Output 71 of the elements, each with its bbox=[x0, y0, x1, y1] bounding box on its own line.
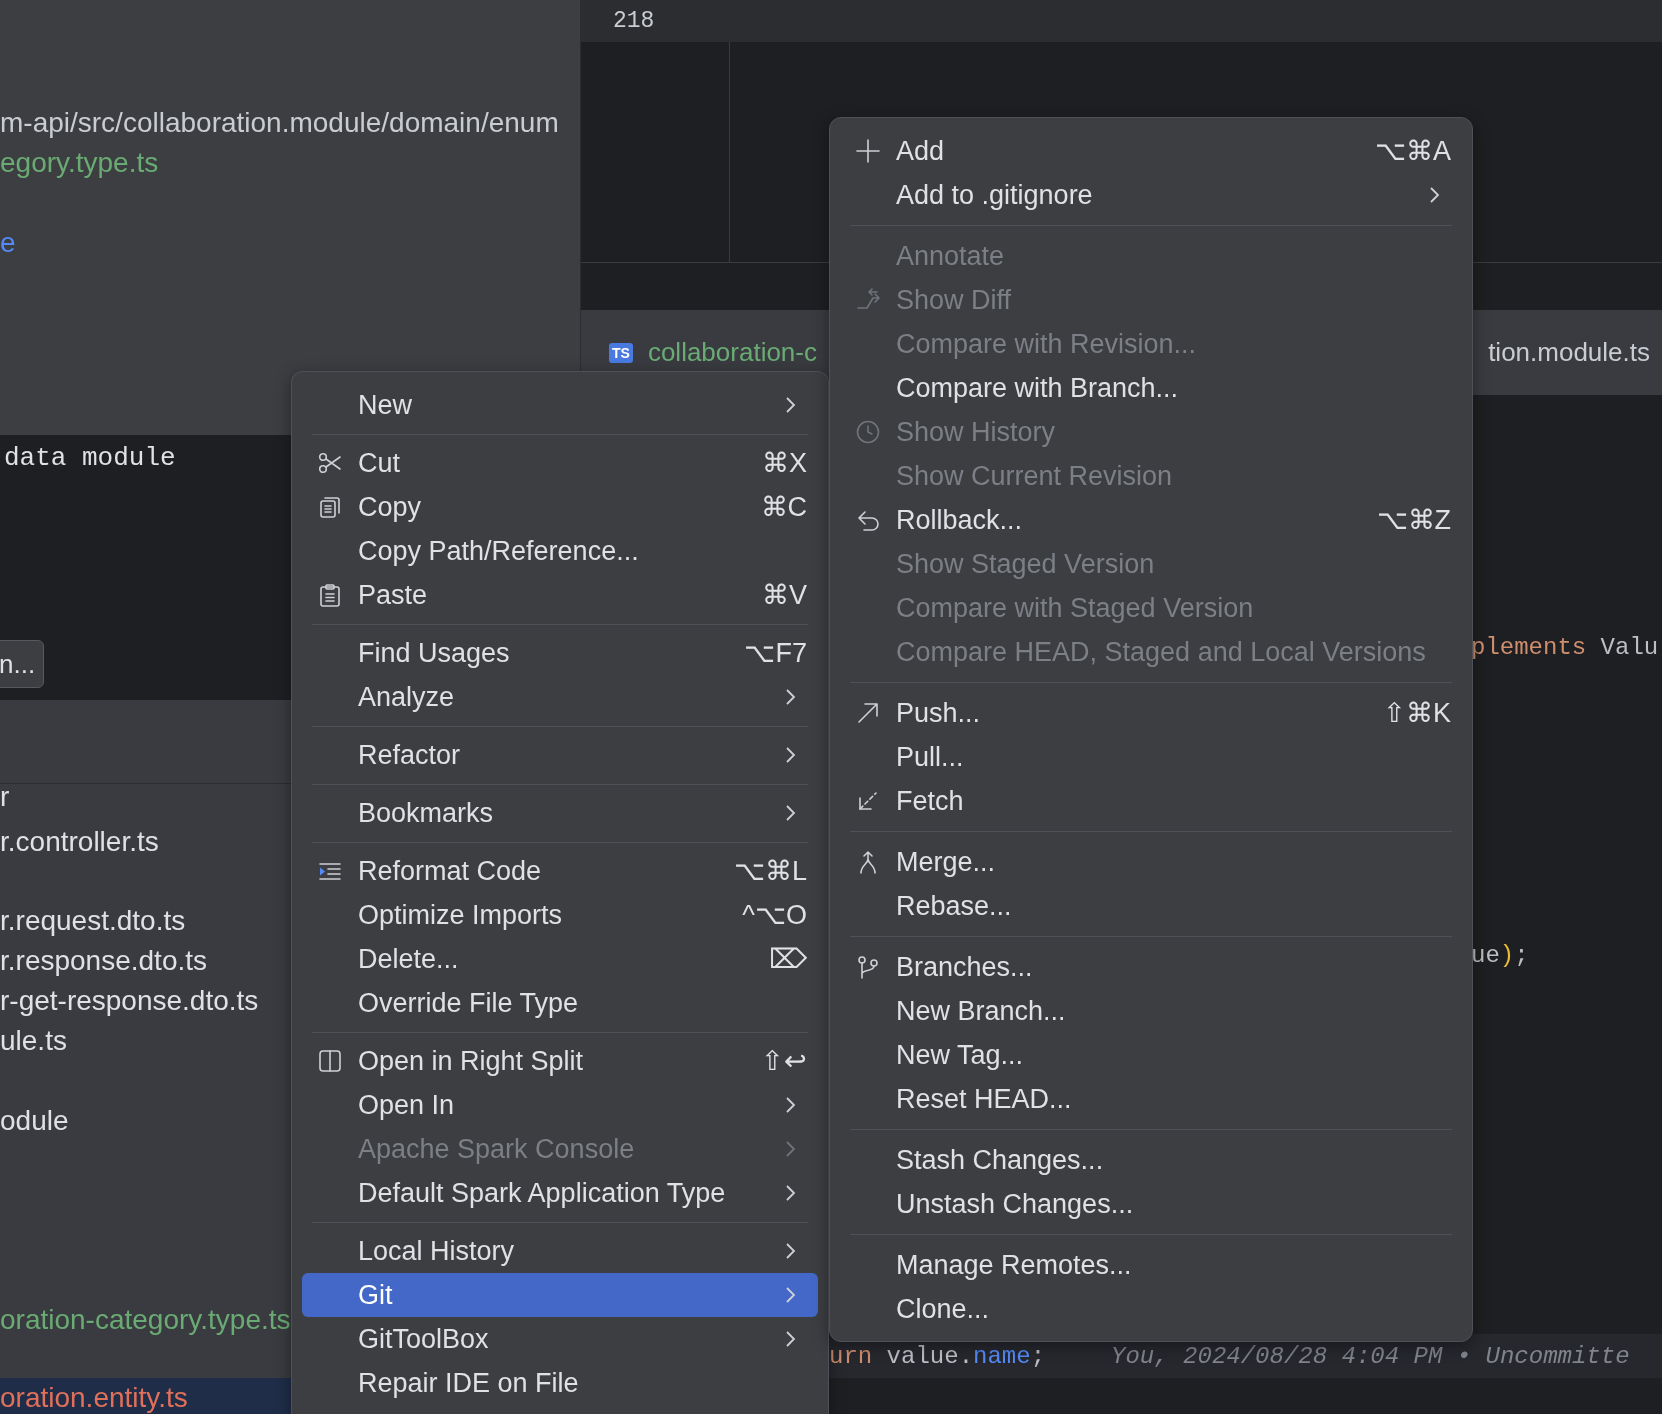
menu-item[interactable]: Stash Changes... bbox=[840, 1138, 1462, 1182]
shortcut: ⌥⌘A bbox=[1375, 135, 1451, 167]
menu-item[interactable]: Paste ⌘V bbox=[302, 573, 818, 617]
arrow-down-left-icon bbox=[856, 789, 880, 813]
terminal-text: data module bbox=[4, 442, 176, 475]
menu-item[interactable]: Unstash Changes... bbox=[840, 1182, 1462, 1226]
menu-item[interactable]: Refactor bbox=[302, 733, 818, 777]
split-view-icon bbox=[318, 1049, 342, 1073]
menu-item[interactable]: Open in Right Split ⇧↩ bbox=[302, 1039, 818, 1083]
typescript-icon: TS bbox=[609, 342, 633, 363]
menu-item[interactable]: Copy ⌘C bbox=[302, 485, 818, 529]
menu-item[interactable]: New Branch... bbox=[840, 989, 1462, 1033]
arrow-up-right-icon bbox=[856, 701, 880, 725]
menu-item[interactable]: Optimize Imports ^⌥O bbox=[302, 893, 818, 937]
shortcut: ⇧↩ bbox=[761, 1045, 807, 1077]
shortcut: ⌦ bbox=[769, 943, 807, 975]
clipboard-icon bbox=[318, 583, 342, 607]
menu-item[interactable]: Local History bbox=[302, 1229, 818, 1273]
menu-item[interactable]: Clone... bbox=[840, 1287, 1462, 1331]
shortcut: ⇧⌘K bbox=[1383, 697, 1451, 729]
menu-item[interactable]: Fetch bbox=[840, 779, 1462, 823]
menu-item[interactable]: Analyze bbox=[302, 675, 818, 719]
shortcut: ^⌥O bbox=[742, 899, 807, 931]
shortcut: ⌥F7 bbox=[744, 637, 807, 669]
menu-item[interactable]: Branches... bbox=[840, 945, 1462, 989]
code-line: plements Valu bbox=[1471, 633, 1659, 661]
menu-item[interactable]: Pull... bbox=[840, 735, 1462, 779]
line-number: 218 bbox=[613, 8, 655, 34]
terminal-button[interactable]: n... bbox=[0, 640, 45, 688]
menu-item[interactable]: GitToolBox bbox=[302, 1317, 818, 1361]
menu-item[interactable]: Push... ⇧⌘K bbox=[840, 691, 1462, 735]
menu-item[interactable]: Reformat Code ⌥⌘L bbox=[302, 849, 818, 893]
menu-item[interactable]: Delete... ⌦ bbox=[302, 937, 818, 981]
shortcut: ⌥⌘L bbox=[733, 855, 807, 887]
code-line: urn value.name; bbox=[829, 1342, 1046, 1370]
menu-item[interactable]: Copy Path/Reference... bbox=[302, 529, 818, 573]
menu-item[interactable]: Merge... bbox=[840, 840, 1462, 884]
diff-arrows-icon bbox=[856, 288, 880, 312]
menu-item[interactable]: New Tag... bbox=[840, 1033, 1462, 1077]
menu-item[interactable]: Default Spark Application Type bbox=[302, 1171, 818, 1215]
menu-item[interactable]: Override File Type bbox=[302, 981, 818, 1025]
file-name: egory.type.ts bbox=[0, 146, 160, 180]
scissors-icon bbox=[318, 451, 342, 475]
menu-item[interactable]: Manage Remotes... bbox=[840, 1243, 1462, 1287]
branch-icon bbox=[856, 955, 880, 979]
shortcut: ⌘C bbox=[760, 491, 807, 523]
file-path: m-api/src/collaboration.module/domain/enum bbox=[0, 106, 560, 140]
menu-item[interactable]: Rollback... ⌥⌘Z bbox=[840, 498, 1462, 542]
menu-item[interactable]: Add to .gitignore bbox=[840, 173, 1462, 217]
copy-icon bbox=[318, 495, 342, 519]
menu-item[interactable]: Add ⌥⌘A bbox=[840, 129, 1462, 173]
undo-arrow-icon bbox=[856, 508, 880, 532]
editor-tab[interactable]: tion.module.ts bbox=[1488, 337, 1650, 368]
clock-icon bbox=[856, 420, 880, 444]
menu-item[interactable]: Rebase... bbox=[840, 884, 1462, 928]
shortcut: ⌘V bbox=[762, 579, 807, 611]
code-line: ue); bbox=[1471, 941, 1529, 969]
menu-item[interactable]: New bbox=[302, 383, 818, 427]
shortcut: ⌥⌘Z bbox=[1376, 504, 1451, 536]
menu-item[interactable]: Bookmarks bbox=[302, 791, 818, 835]
shortcut: ⌘X bbox=[762, 447, 807, 479]
plus-icon bbox=[856, 139, 880, 163]
menu-item[interactable]: Cut ⌘X bbox=[302, 441, 818, 485]
menu-item[interactable]: Git bbox=[302, 1273, 818, 1317]
menu-item[interactable]: Compare with Branch... bbox=[840, 366, 1462, 410]
menu-item[interactable]: Repair IDE on File bbox=[302, 1361, 818, 1405]
blame-annotation: You, 2024/08/28 4:04 PM • Uncommitte bbox=[1111, 1342, 1630, 1370]
menu-item[interactable]: Reset HEAD... bbox=[840, 1077, 1462, 1121]
menu-item[interactable]: Find Usages ⌥F7 bbox=[302, 631, 818, 675]
editor-tab[interactable]: collaboration-c bbox=[647, 337, 817, 368]
menu-item[interactable]: Open In bbox=[302, 1083, 818, 1127]
